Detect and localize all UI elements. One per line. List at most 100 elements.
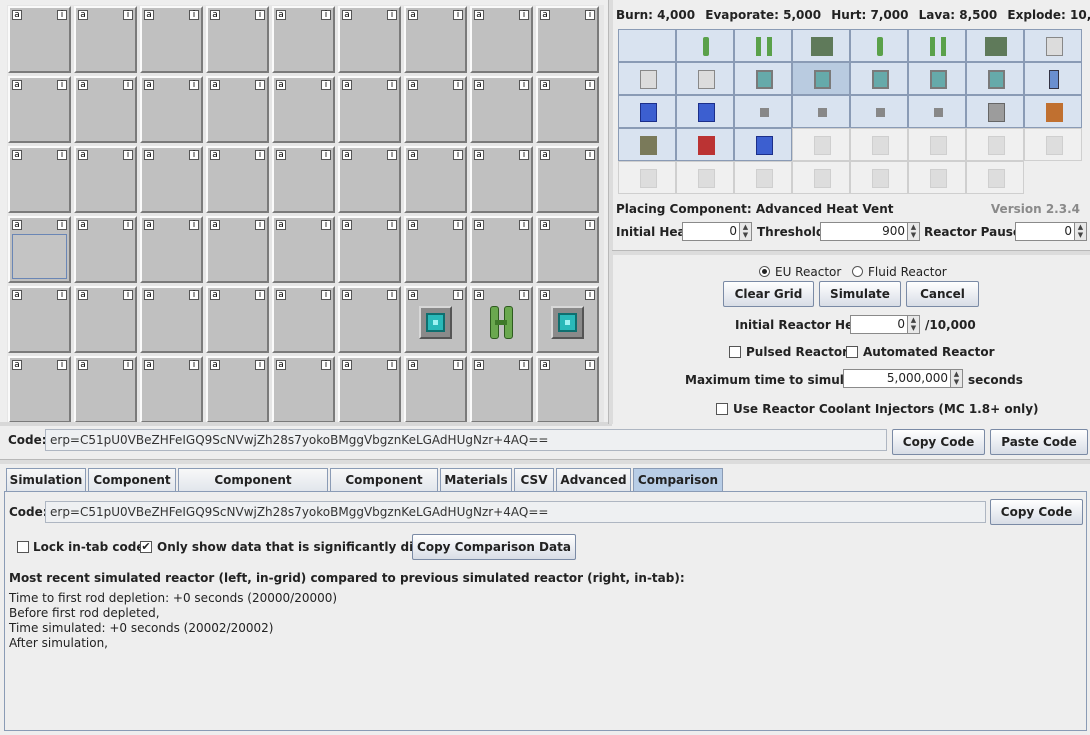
automation-badge-icon[interactable]: a <box>144 360 154 370</box>
palette-fuel-rod-quad-button[interactable] <box>966 29 1024 62</box>
info-badge-icon[interactable]: i <box>255 150 265 160</box>
info-badge-icon[interactable]: i <box>57 290 67 300</box>
automation-badge-icon[interactable]: a <box>540 80 550 90</box>
reactor-cell[interactable]: ai <box>8 6 71 73</box>
reactor-cell[interactable]: ai <box>8 76 71 143</box>
info-badge-icon[interactable]: i <box>519 80 529 90</box>
reactor-cell[interactable]: ai <box>536 356 599 423</box>
automation-badge-icon[interactable]: a <box>540 290 550 300</box>
automation-badge-icon[interactable]: a <box>408 150 418 160</box>
automation-badge-icon[interactable]: a <box>474 10 484 20</box>
automated-reactor-checkbox[interactable] <box>846 346 858 358</box>
automation-badge-icon[interactable]: a <box>408 220 418 230</box>
automation-badge-icon[interactable]: a <box>210 360 220 370</box>
reactor-cell[interactable]: ai <box>338 356 401 423</box>
info-badge-icon[interactable]: i <box>189 150 199 160</box>
reactor-cell[interactable]: ai <box>74 216 137 283</box>
automation-badge-icon[interactable]: a <box>474 360 484 370</box>
info-badge-icon[interactable]: i <box>189 10 199 20</box>
info-badge-icon[interactable]: i <box>321 360 331 370</box>
automation-badge-icon[interactable]: a <box>474 80 484 90</box>
automation-badge-icon[interactable]: a <box>210 80 220 90</box>
reactor-cell[interactable]: ai <box>404 286 467 353</box>
info-badge-icon[interactable]: i <box>453 150 463 160</box>
automation-badge-icon[interactable]: a <box>474 150 484 160</box>
reactor-cell[interactable]: ai <box>470 76 533 143</box>
info-badge-icon[interactable]: i <box>57 360 67 370</box>
automation-badge-icon[interactable]: a <box>144 80 154 90</box>
reactor-cell[interactable]: ai <box>272 146 335 213</box>
info-badge-icon[interactable]: i <box>585 10 595 20</box>
reactor-cell[interactable]: ai <box>404 216 467 283</box>
info-badge-icon[interactable]: i <box>255 80 265 90</box>
info-badge-icon[interactable]: i <box>519 10 529 20</box>
max-time-spinner[interactable]: 5,000,000 ▲ ▼ <box>843 369 963 388</box>
reactor-cell[interactable]: ai <box>272 286 335 353</box>
automation-badge-icon[interactable]: a <box>144 150 154 160</box>
reactor-cell[interactable]: ai <box>470 286 533 353</box>
info-badge-icon[interactable]: i <box>321 150 331 160</box>
palette-faint-cell-button[interactable] <box>966 128 1024 161</box>
info-badge-icon[interactable]: i <box>123 150 133 160</box>
info-badge-icon[interactable]: i <box>57 10 67 20</box>
palette-iridium-reflector-button[interactable] <box>618 128 676 161</box>
reactor-cell[interactable]: ai <box>536 6 599 73</box>
info-badge-icon[interactable]: i <box>453 290 463 300</box>
automation-badge-icon[interactable]: a <box>474 220 484 230</box>
automation-badge-icon[interactable]: a <box>144 10 154 20</box>
palette-advanced-heat-vent-button[interactable] <box>792 62 850 95</box>
reactor-cell[interactable]: ai <box>338 216 401 283</box>
automation-badge-icon[interactable]: a <box>144 290 154 300</box>
palette-faint-cell-5-button[interactable] <box>792 161 850 194</box>
palette-coolant-cell-10k-button[interactable] <box>1024 62 1082 95</box>
code-field[interactable]: erp=C51pU0VBeZHFeIGQ9ScNVwjZh28s7yokoBMg… <box>45 429 887 451</box>
threshold-spinner[interactable]: 900 ▲ ▼ <box>820 222 920 241</box>
automation-badge-icon[interactable]: a <box>342 10 352 20</box>
paste-code-button[interactable]: Paste Code <box>990 429 1088 455</box>
reactor-cell[interactable]: ai <box>404 6 467 73</box>
automation-badge-icon[interactable]: a <box>276 150 286 160</box>
automation-badge-icon[interactable]: a <box>78 10 88 20</box>
palette-faint-cell-3-button[interactable] <box>618 161 676 194</box>
reactor-cell[interactable]: ai <box>140 286 203 353</box>
spinner-arrows-icon[interactable]: ▲ ▼ <box>950 370 962 387</box>
info-badge-icon[interactable]: i <box>585 220 595 230</box>
automation-badge-icon[interactable]: a <box>342 220 352 230</box>
automation-badge-icon[interactable]: a <box>144 220 154 230</box>
reactor-cell[interactable]: ai <box>404 356 467 423</box>
reactor-cell[interactable]: ai <box>206 6 269 73</box>
info-badge-icon[interactable]: i <box>519 220 529 230</box>
info-badge-icon[interactable]: i <box>57 220 67 230</box>
pulsed-reactor-checkbox[interactable] <box>729 346 741 358</box>
info-badge-icon[interactable]: i <box>387 10 397 20</box>
copy-code-button[interactable]: Copy Code <box>892 429 985 455</box>
split-divider-lower[interactable] <box>0 459 1090 464</box>
reactor-cell[interactable]: ai <box>338 146 401 213</box>
tab-component-list[interactable]: Component List <box>330 468 438 509</box>
reactor-cell[interactable]: ai <box>140 356 203 423</box>
palette-reactor-heat-vent-button[interactable] <box>850 62 908 95</box>
reactor-cell[interactable]: ai <box>272 76 335 143</box>
info-badge-icon[interactable]: i <box>387 290 397 300</box>
reactor-cell[interactable]: ai <box>74 356 137 423</box>
automation-badge-icon[interactable]: a <box>408 290 418 300</box>
info-badge-icon[interactable]: i <box>585 150 595 160</box>
reactor-cell[interactable]: ai <box>404 146 467 213</box>
copy-comparison-data-button[interactable]: Copy Comparison Data <box>412 534 576 560</box>
info-badge-icon[interactable]: i <box>123 220 133 230</box>
palette-faint-quad-2-button[interactable] <box>966 161 1024 194</box>
automation-badge-icon[interactable]: a <box>12 360 22 370</box>
info-badge-icon[interactable]: i <box>321 290 331 300</box>
reactor-cell[interactable]: ai <box>206 76 269 143</box>
palette-coolant-cell-30k-button[interactable] <box>618 95 676 128</box>
palette-reactor-plating-button[interactable] <box>1024 29 1082 62</box>
reactor-cell[interactable]: ai <box>206 146 269 213</box>
automation-badge-icon[interactable]: a <box>540 360 550 370</box>
palette-faint-rod-2-button[interactable] <box>676 161 734 194</box>
reactor-cell[interactable]: ai <box>470 6 533 73</box>
automation-badge-icon[interactable]: a <box>78 80 88 90</box>
palette-faint-dual-button[interactable] <box>850 128 908 161</box>
automation-badge-icon[interactable]: a <box>342 80 352 90</box>
reactor-cell[interactable]: ai <box>536 216 599 283</box>
info-badge-icon[interactable]: i <box>123 10 133 20</box>
